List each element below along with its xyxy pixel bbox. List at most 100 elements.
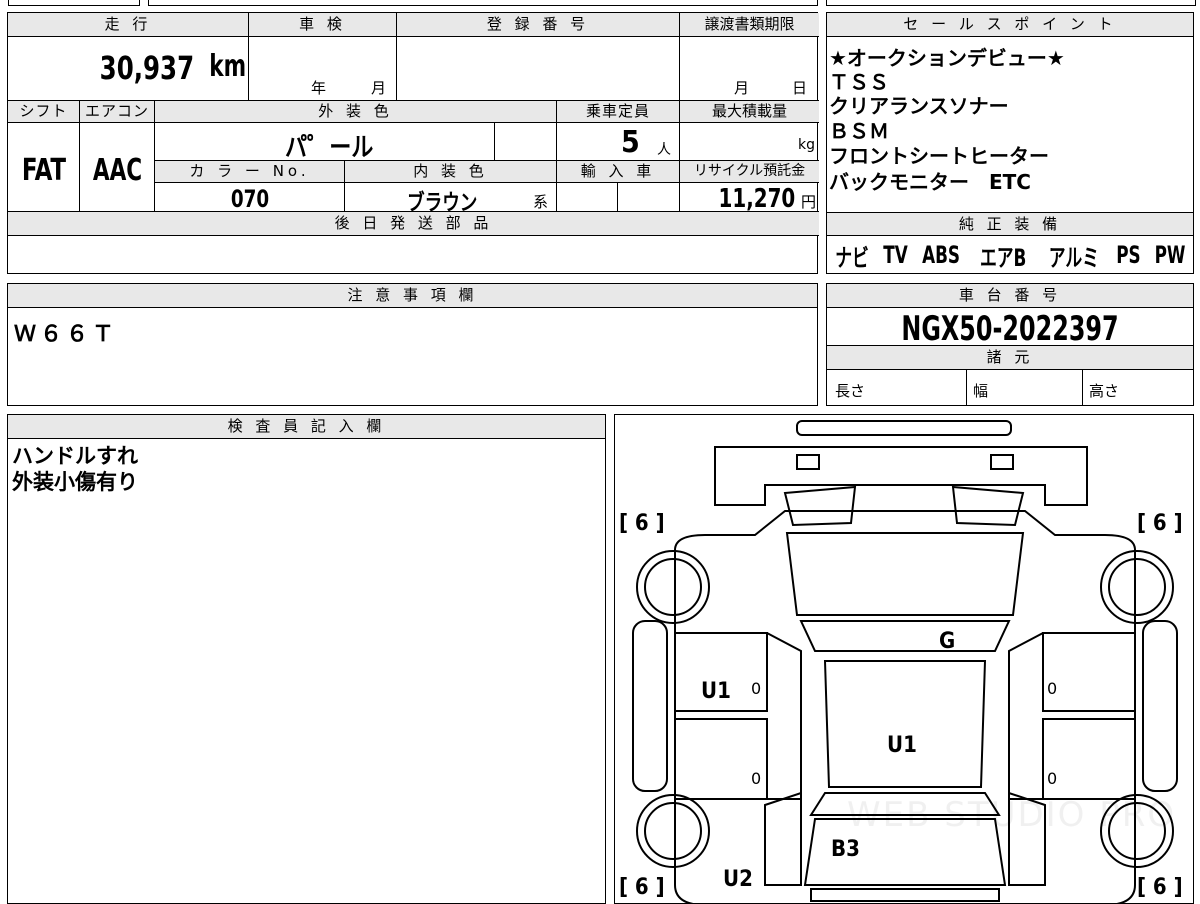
inspector-note-line: 外装小傷有り <box>12 470 138 494</box>
interior-color-header: 内 装 色 <box>345 161 557 183</box>
sales-point-line: ＴＳＳ <box>829 70 889 94</box>
sales-point-line: フロントシートヒーター <box>829 144 1049 168</box>
equipment-item-navi: ナビ <box>835 243 869 272</box>
equipment-item-airbag: エアB <box>979 243 1027 272</box>
door-zero-mark: 0 <box>751 769 762 788</box>
sales-point-line: ★オークションデビュー★ <box>829 46 1065 70</box>
damage-label-hood: G <box>939 629 956 654</box>
sales-points-list: ★オークションデビュー★ ＴＳＳ クリアランスソナー ＢＳＭ フロントシートヒー… <box>829 45 1189 195</box>
equipment-item-tv: TV <box>882 241 908 269</box>
aircon-header: エアコン <box>80 101 155 123</box>
door-zero-mark: 0 <box>1047 679 1058 698</box>
sales-points-panel: セ ー ル ス ポ イ ン ト ★オークションデビュー★ ＴＳＳ クリアランスソ… <box>826 12 1194 274</box>
door-zero-mark: 0 <box>751 679 762 698</box>
exterior-color-extra-cell <box>495 123 557 161</box>
watermark: WEB STUDIO PRO <box>847 795 1177 835</box>
capacity-value: 5 <box>621 125 640 160</box>
car-damage-diagram: [ 6 ] [ 6 ] [ 6 ] [ 6 ] G U1 0 0 0 0 U1 … <box>614 414 1194 904</box>
inspection-cell: 年 月 <box>249 37 397 101</box>
chassis-number: NGX50-2022397 <box>901 309 1119 349</box>
aircon-cell: AAC <box>80 123 155 212</box>
shift-cell: FAT <box>8 123 80 212</box>
transfer-day-label: 日 <box>792 79 808 97</box>
damage-label-left-front-door: U1 <box>701 679 731 704</box>
spec-height-cell: 高さ <box>1083 370 1193 405</box>
chassis-panel: 車 台 番 号 NGX50-2022397 諸 元 長さ 幅 高さ <box>826 283 1194 406</box>
recycle-fee-unit: 円 <box>800 193 816 211</box>
chassis-header: 車 台 番 号 <box>827 284 1193 308</box>
registration-cell <box>397 37 680 101</box>
sales-point-line: クリアランスソナー <box>829 94 1009 118</box>
color-no-cell: 070 <box>155 183 345 213</box>
tire-mark-rear-right: [ 6 ] <box>1137 875 1183 900</box>
sales-points-header: セ ー ル ス ポ イ ン ト <box>827 13 1193 37</box>
later-parts-cell <box>8 236 819 273</box>
spec-width-label: 幅 <box>973 382 989 400</box>
max-load-header: 最大積載量 <box>680 101 819 123</box>
equipment-item-ps: PS <box>1116 241 1142 269</box>
later-parts-header: 後 日 発 送 部 品 <box>8 212 819 236</box>
aircon-value: AAC <box>92 153 143 188</box>
door-zero-mark: 0 <box>1047 769 1058 788</box>
transfer-month-label: 月 <box>734 79 750 97</box>
equipment-list: ナビ TV ABS エアB アルミ PS PW <box>827 237 1193 273</box>
equipment-item-abs: ABS <box>922 241 961 269</box>
damage-label-left-rear: U2 <box>723 867 753 892</box>
vehicle-info-table: 走 行 車 検 登 録 番 号 譲渡書類期限 30,937 km 年 月 月 日… <box>7 12 819 274</box>
equipment-header: 純 正 装 備 <box>827 212 1193 236</box>
spec-length-cell: 長さ <box>827 370 967 405</box>
recycle-fee-cell: 11,270 円 <box>680 183 819 214</box>
color-no-header: カ ラ ー No. <box>155 161 345 183</box>
inspector-notes: ハンドルすれ 外装小傷有り <box>12 443 138 495</box>
tire-mark-front-left: [ 6 ] <box>619 511 665 536</box>
notes-panel: 注 意 事 項 欄 Ｗ６６Ｔ <box>7 283 818 406</box>
exterior-color-cell: パ゜ール <box>155 123 495 163</box>
tire-mark-front-right: [ 6 ] <box>1137 511 1183 536</box>
spec-header: 諸 元 <box>827 346 1193 370</box>
sales-point-line: ＢＳＭ <box>829 119 889 143</box>
interior-color-cell: ブラウン 系 <box>345 183 557 216</box>
shift-header: シフト <box>8 101 80 123</box>
mileage-header: 走 行 <box>8 13 249 37</box>
shift-value: FAT <box>21 153 67 188</box>
exterior-color-value: パ゜ール <box>285 133 374 163</box>
tire-mark-rear-left: [ 6 ] <box>619 875 665 900</box>
equipment-item-alloy: アルミ <box>1048 243 1100 272</box>
capacity-cell: 5 人 <box>557 123 680 161</box>
import-car-cell-2 <box>618 183 680 212</box>
chassis-number-cell: NGX50-2022397 <box>827 308 1193 349</box>
registration-header: 登 録 番 号 <box>397 13 680 37</box>
color-no-value: 070 <box>230 185 270 213</box>
damage-label-roof: U1 <box>887 733 917 758</box>
equipment-item-pw: PW <box>1154 241 1186 269</box>
capacity-unit: 人 <box>657 142 671 158</box>
damage-label-rear: B3 <box>831 837 860 862</box>
exterior-color-header: 外 装 色 <box>155 101 557 123</box>
top-strip <box>0 0 1200 8</box>
import-car-header: 輸 入 車 <box>557 161 680 183</box>
spec-height-label: 高さ <box>1089 382 1120 400</box>
sales-point-line: バックモニター ETC <box>829 170 1031 194</box>
mileage-cell: 30,937 km <box>8 37 249 101</box>
inspector-panel: 検 査 員 記 入 欄 ハンドルすれ 外装小傷有り <box>7 414 606 904</box>
max-load-unit: kg <box>798 137 815 153</box>
transfer-deadline-cell: 月 日 <box>680 37 819 101</box>
inspection-year-label: 年 <box>311 79 327 97</box>
mileage-unit: km <box>209 49 246 84</box>
import-car-cell-1 <box>557 183 618 212</box>
inspection-month-label: 月 <box>371 79 387 97</box>
inspector-note-line: ハンドルすれ <box>12 444 138 468</box>
notes-text: Ｗ６６Ｔ <box>14 322 119 347</box>
interior-color-suffix: 系 <box>533 193 549 211</box>
inspector-header: 検 査 員 記 入 欄 <box>8 415 605 439</box>
capacity-header: 乗車定員 <box>557 101 680 123</box>
spec-length-label: 長さ <box>835 382 866 400</box>
recycle-fee-header: リサイクル預託金 <box>680 161 819 183</box>
notes-header: 注 意 事 項 欄 <box>8 284 817 308</box>
mileage-value: 30,937 <box>99 49 194 87</box>
spec-width-cell: 幅 <box>967 370 1083 405</box>
transfer-deadline-header: 譲渡書類期限 <box>680 13 819 37</box>
max-load-cell: kg <box>680 123 819 161</box>
recycle-fee-value: 11,270 <box>718 184 795 214</box>
inspection-header: 車 検 <box>249 13 397 37</box>
